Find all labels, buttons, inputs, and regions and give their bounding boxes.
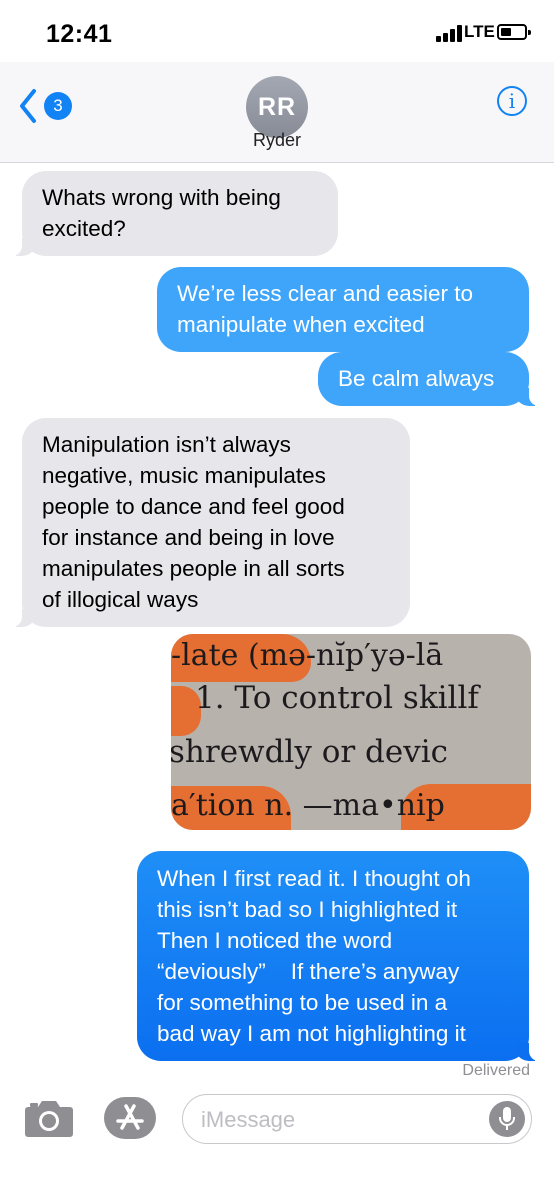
info-button[interactable]: i [497, 86, 527, 116]
message-line: excited? [42, 216, 126, 241]
photo-text-line: a′tion n. —ma•nip [171, 788, 445, 823]
dictionary-photo-attachment[interactable]: -late (mə-nĭp′yə-lā 1. To control skillf… [171, 634, 531, 830]
microphone-icon[interactable] [489, 1101, 525, 1137]
message-line: manipulates people in all sorts [42, 556, 345, 581]
contact-avatar[interactable]: RR [246, 76, 308, 138]
message-line: for something to be used in a [157, 990, 448, 1015]
message-bubble-incoming[interactable]: Whats wrong with being excited? [8, 171, 338, 256]
message-line: We’re less clear and easier to [177, 281, 473, 306]
message-line: “deviously” If there’s anyway [157, 959, 460, 984]
unread-count-badge: 3 [44, 92, 72, 120]
status-time: 12:41 [46, 20, 113, 48]
contact-name[interactable]: Ryder [0, 130, 554, 151]
message-line: Be calm always [338, 366, 495, 391]
imessage-input[interactable]: iMessage [182, 1094, 532, 1144]
back-button[interactable]: 3 [18, 84, 78, 128]
message-bubble-outgoing[interactable]: Be calm always [318, 352, 543, 406]
message-line: bad way I am not highlighting it [157, 1021, 466, 1046]
app-store-icon[interactable] [104, 1097, 156, 1139]
delivered-status: Delivered [462, 1062, 530, 1079]
message-line: negative, music manipulates [42, 463, 326, 488]
message-line: of illogical ways [42, 587, 199, 612]
cellular-signal-icon [436, 24, 464, 42]
photo-text-line: 1. To control skillf [195, 680, 479, 716]
message-line: manipulate when excited [177, 312, 425, 337]
photo-text-line: shrewdly or devic [171, 734, 449, 770]
message-line: Then I noticed the word [157, 928, 393, 953]
message-line: for instance and being in love [42, 525, 335, 550]
status-bar: 12:41 LTE [0, 0, 554, 62]
message-bubble-incoming[interactable]: Manipulation isn’t always negative, musi… [8, 418, 410, 627]
message-line: people to dance and feel good [42, 494, 345, 519]
photo-text-line: -late (mə-nĭp′yə-lā [171, 638, 444, 673]
message-line: Manipulation isn’t always [42, 432, 291, 457]
message-line: When I first read it. I thought oh [157, 866, 471, 891]
imessage-placeholder: iMessage [201, 1107, 296, 1132]
message-line: this isn’t bad so I highlighted it [157, 897, 458, 922]
battery-icon [497, 24, 531, 40]
message-bubble-outgoing[interactable]: We’re less clear and easier to manipulat… [157, 267, 529, 352]
network-type: LTE [464, 22, 495, 41]
camera-icon[interactable] [24, 1095, 74, 1139]
message-line: Whats wrong with being [42, 185, 281, 210]
chevron-left-icon [20, 89, 36, 123]
message-bubble-outgoing[interactable]: When I first read it. I thought oh this … [137, 851, 543, 1061]
